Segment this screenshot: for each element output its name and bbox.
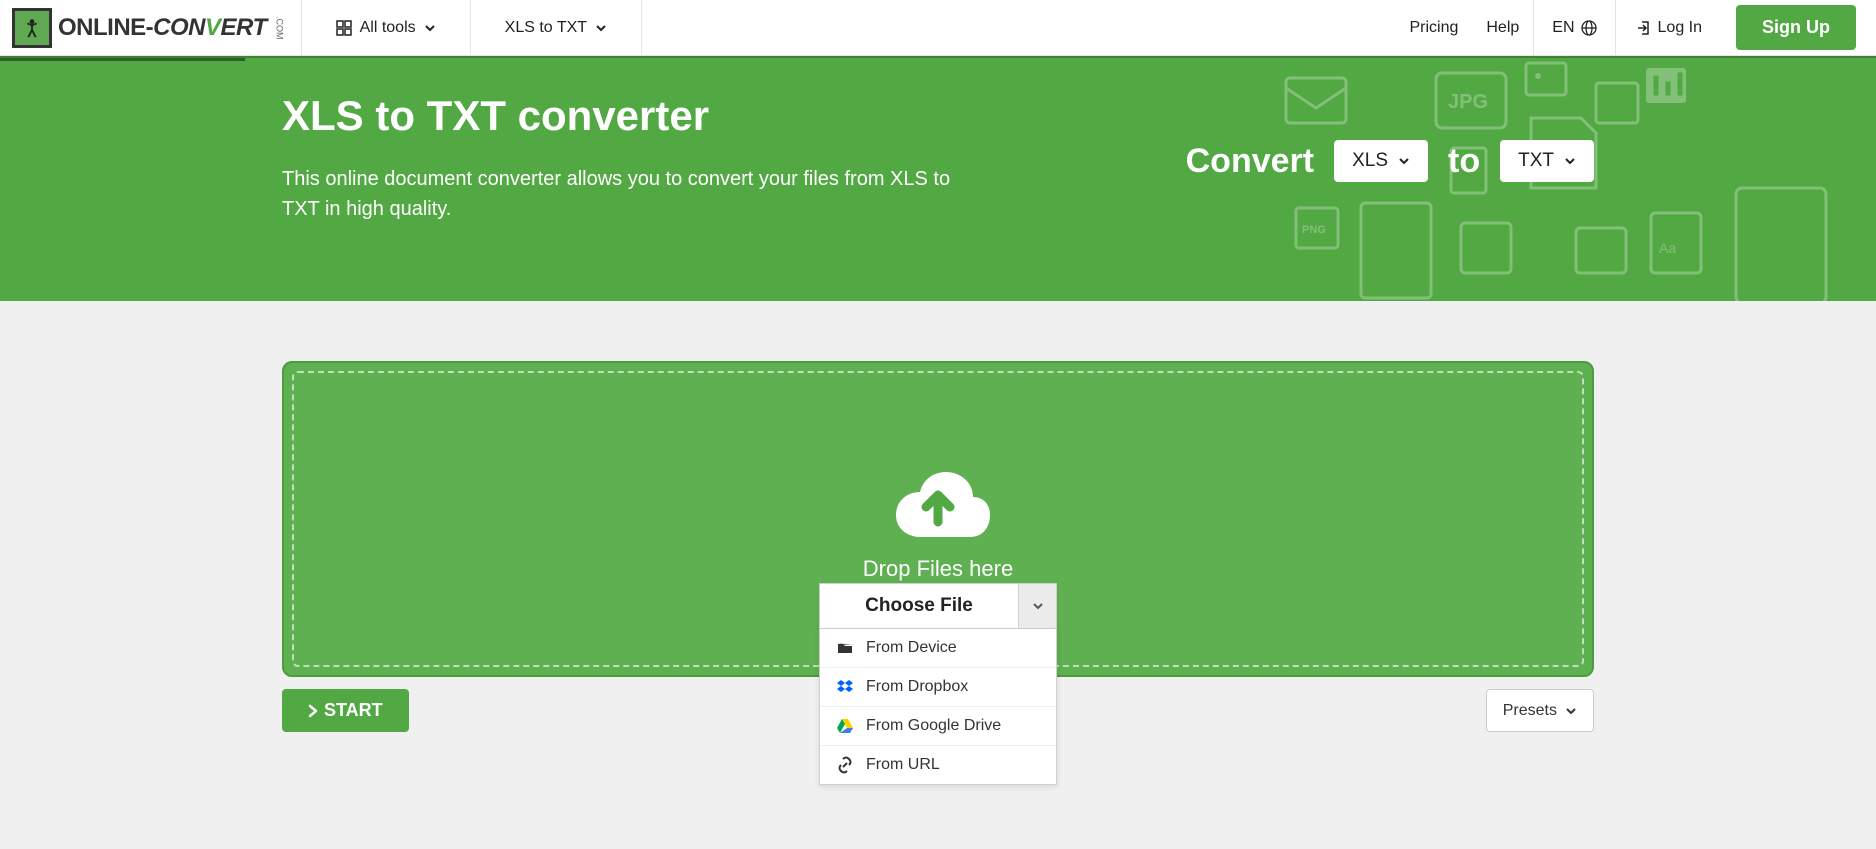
presets-button[interactable]: Presets (1486, 689, 1594, 732)
chevron-down-icon (1032, 600, 1044, 612)
link-icon (836, 756, 854, 774)
dropbox-icon (836, 678, 854, 696)
from-gdrive-option[interactable]: From Google Drive (820, 707, 1056, 746)
from-url-label: From URL (866, 756, 940, 774)
top-header: ONLINE-CONVERT .COM All tools XLS to TXT… (0, 0, 1876, 56)
gdrive-icon (836, 717, 854, 735)
from-format-value: XLS (1352, 150, 1388, 172)
to-label: to (1448, 142, 1480, 181)
from-gdrive-label: From Google Drive (866, 717, 1001, 735)
from-dropbox-label: From Dropbox (866, 678, 968, 696)
drop-text: Drop Files here (863, 556, 1013, 582)
help-link[interactable]: Help (1472, 19, 1533, 37)
page-title: XLS to TXT converter (282, 92, 982, 140)
globe-icon (1581, 20, 1597, 36)
hero-accent (0, 58, 245, 61)
presets-label: Presets (1503, 702, 1557, 720)
all-tools-label: All tools (360, 19, 416, 37)
page-description: This online document converter allows yo… (282, 164, 982, 224)
logo-icon (12, 8, 52, 48)
login-icon (1636, 20, 1652, 36)
start-label: START (324, 700, 383, 721)
choose-file-wrap: Choose File From Device From Dropbox (819, 583, 1057, 785)
from-url-option[interactable]: From URL (820, 746, 1056, 784)
site-logo[interactable]: ONLINE-CONVERT .COM (12, 8, 285, 48)
lang-label: EN (1552, 19, 1574, 37)
chevron-down-icon (1398, 155, 1410, 167)
grid-icon (336, 20, 352, 36)
current-converter-label: XLS to TXT (505, 19, 587, 37)
chevron-down-icon (1565, 705, 1577, 717)
to-format-select[interactable]: TXT (1500, 140, 1594, 182)
folder-icon (836, 639, 854, 657)
login-label: Log In (1658, 19, 1702, 37)
right-nav: Pricing Help EN Log In Sign Up (1395, 0, 1864, 56)
cloud-upload-icon (878, 457, 998, 542)
from-device-option[interactable]: From Device (820, 629, 1056, 668)
svg-text:Aa: Aa (1659, 240, 1676, 256)
play-icon (308, 704, 318, 718)
language-selector[interactable]: EN (1533, 0, 1615, 56)
convert-label: Convert (1186, 142, 1314, 181)
choose-file-toggle[interactable] (1018, 584, 1056, 628)
pricing-link[interactable]: Pricing (1395, 19, 1472, 37)
from-device-label: From Device (866, 639, 957, 657)
from-dropbox-option[interactable]: From Dropbox (820, 668, 1056, 707)
chevron-down-icon (1564, 155, 1576, 167)
nav-divider (641, 0, 642, 56)
choose-file-button[interactable]: Choose File (820, 584, 1018, 628)
chevron-down-icon (424, 22, 436, 34)
signup-button[interactable]: Sign Up (1736, 5, 1856, 50)
source-dropdown: From Device From Dropbox From Google Dri… (819, 629, 1057, 785)
all-tools-menu[interactable]: All tools (318, 0, 454, 56)
logo-text: ONLINE-CONVERT (58, 14, 267, 42)
logo-com: .COM (275, 16, 285, 40)
to-format-value: TXT (1518, 150, 1554, 172)
from-format-select[interactable]: XLS (1334, 140, 1428, 182)
hero-banner: JPG PDF PNG Aa XLS to TXT converter This… (0, 56, 1876, 301)
nav-divider (301, 0, 302, 56)
dropzone[interactable]: Drop Files here Choose File From Device (282, 361, 1594, 677)
nav-divider (470, 0, 471, 56)
start-button[interactable]: START (282, 689, 409, 732)
chevron-down-icon (595, 22, 607, 34)
current-converter-menu[interactable]: XLS to TXT (487, 0, 625, 56)
login-button[interactable]: Log In (1616, 19, 1722, 37)
